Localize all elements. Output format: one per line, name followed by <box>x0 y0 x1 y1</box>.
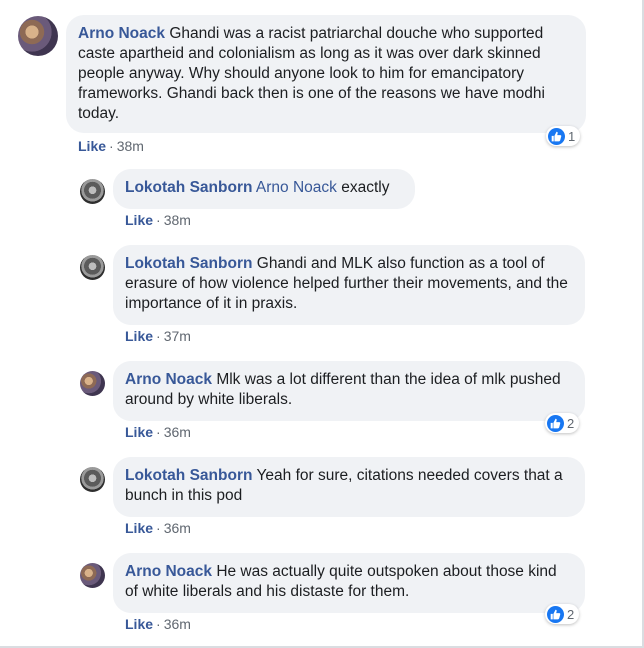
avatar[interactable] <box>80 563 105 588</box>
avatar[interactable] <box>80 371 105 396</box>
mention-link[interactable]: Arno Noack <box>256 179 337 196</box>
like-link[interactable]: Like <box>78 138 106 154</box>
comment-bubble: Lokotah Sanborn Arno Noack exactly <box>113 169 415 209</box>
comment-author[interactable]: Lokotah Sanborn <box>125 255 252 272</box>
comment-bubble: Arno Noack Mlk was a lot different than … <box>113 361 585 421</box>
comment-author[interactable]: Arno Noack <box>78 25 165 42</box>
separator-dot: · <box>109 138 114 154</box>
thumbs-up-icon <box>547 414 564 432</box>
like-link[interactable]: Like <box>125 616 153 632</box>
timestamp[interactable]: 36m <box>164 520 191 536</box>
comment-meta: Like · 38m <box>125 212 191 228</box>
thumbs-up-icon <box>548 127 565 145</box>
timestamp[interactable]: 36m <box>164 616 191 632</box>
reaction-count-number: 2 <box>567 606 575 622</box>
comment-bubble: Arno Noack Ghandi was a racist patriarch… <box>66 15 586 133</box>
separator-dot: · <box>156 520 161 536</box>
comment-author[interactable]: Arno Noack <box>125 563 212 580</box>
reaction-count-number: 1 <box>568 128 576 144</box>
timestamp[interactable]: 37m <box>164 328 191 344</box>
avatar[interactable] <box>18 16 58 56</box>
like-link[interactable]: Like <box>125 424 153 440</box>
reaction-count-number: 2 <box>567 415 575 431</box>
timestamp[interactable]: 38m <box>117 138 144 154</box>
comment-bubble: Lokotah Sanborn Ghandi and MLK also func… <box>113 245 585 325</box>
comment-author[interactable]: Lokotah Sanborn <box>125 179 252 196</box>
avatar[interactable] <box>80 255 105 280</box>
timestamp[interactable]: 36m <box>164 424 191 440</box>
comment-meta: Like · 38m <box>78 138 144 154</box>
comment-author[interactable]: Lokotah Sanborn <box>125 467 252 484</box>
reaction-count[interactable]: 2 <box>545 604 580 624</box>
like-link[interactable]: Like <box>125 520 153 536</box>
timestamp[interactable]: 38m <box>164 212 191 228</box>
comment-meta: Like · 36m <box>125 424 191 440</box>
reaction-count[interactable]: 2 <box>545 413 580 433</box>
separator-dot: · <box>156 212 161 228</box>
comment-meta: Like · 36m <box>125 616 191 632</box>
comment-author[interactable]: Arno Noack <box>125 371 212 388</box>
thumbs-up-icon <box>547 605 564 623</box>
reaction-count[interactable]: 1 <box>546 126 581 146</box>
comment-bubble: Lokotah Sanborn Yeah for sure, citations… <box>113 457 585 517</box>
avatar[interactable] <box>80 467 105 492</box>
comment-meta: Like · 37m <box>125 328 191 344</box>
avatar[interactable] <box>80 179 105 204</box>
separator-dot: · <box>156 328 161 344</box>
like-link[interactable]: Like <box>125 328 153 344</box>
comment-bubble: Arno Noack He was actually quite outspok… <box>113 553 585 613</box>
separator-dot: · <box>156 616 161 632</box>
comment-meta: Like · 36m <box>125 520 191 536</box>
like-link[interactable]: Like <box>125 212 153 228</box>
comment-text: exactly <box>341 179 390 196</box>
separator-dot: · <box>156 424 161 440</box>
